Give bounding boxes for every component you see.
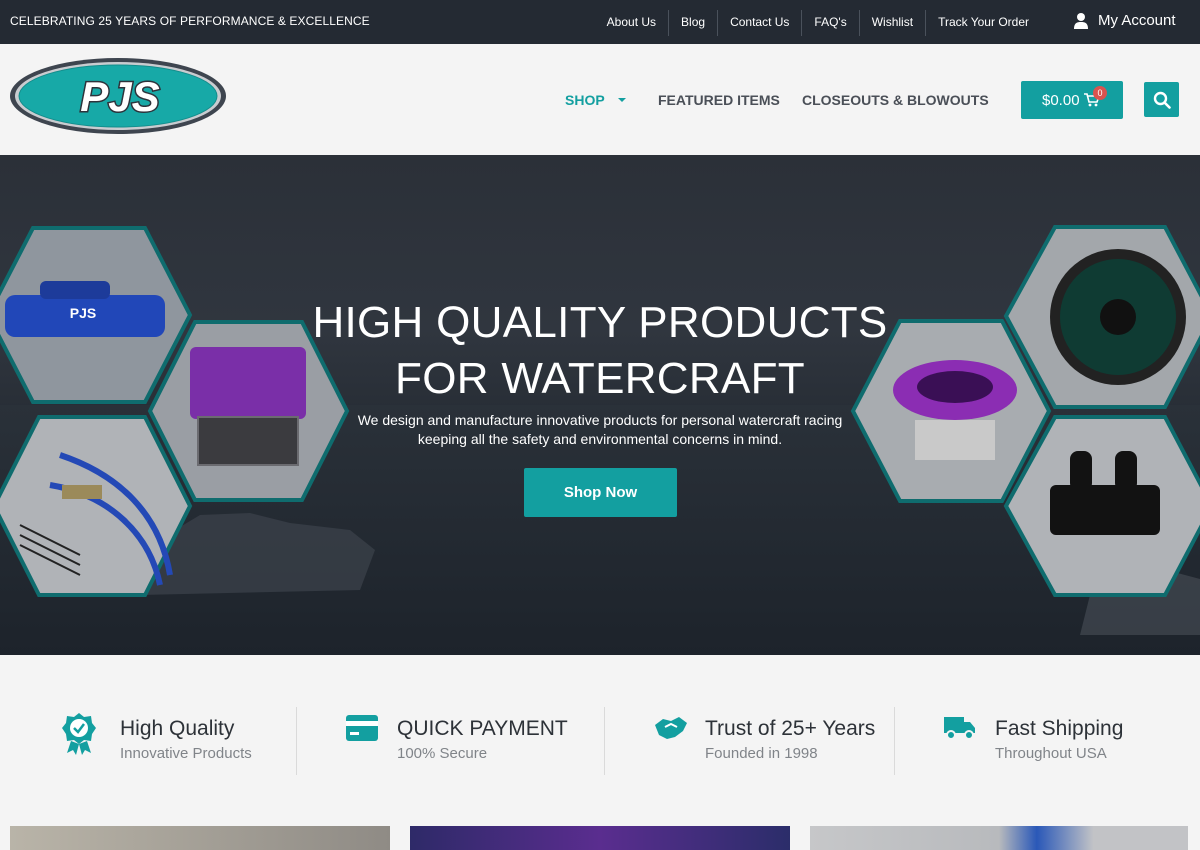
about-us-link[interactable]: About Us [595,10,668,36]
product-tile[interactable] [410,826,790,850]
feature-title: Trust of 25+ Years [705,717,876,740]
product-hex-blue-fuel-filter: PJS [0,226,193,404]
badge-check-icon [62,713,96,755]
truck-icon [944,717,975,740]
feature-title: QUICK PAYMENT [397,717,568,740]
hero-banner: PJS HIGH QUALITY PRODUCTS FOR WATERCRAFT… [0,155,1200,655]
top-bar: CELEBRATING 25 YEARS OF PERFORMANCE & EX… [0,0,1200,44]
nav-shop-label: SHOP [565,92,605,108]
hero-title-line1: HIGH QUALITY PRODUCTS [312,298,888,347]
product-hex-gear [1003,225,1200,409]
top-links: About Us Blog Contact Us FAQ's Wishlist … [595,10,1041,36]
hero-title-line2: FOR WATERCRAFT [395,354,805,403]
promo-text: CELEBRATING 25 YEARS OF PERFORMANCE & EX… [10,14,370,28]
my-account-link[interactable]: My Account [1074,12,1176,29]
user-icon [1074,12,1088,29]
feature-subtitle: Throughout USA [995,745,1107,762]
divider [894,707,895,775]
cart-amount: $0.00 [1042,91,1080,109]
pjs-logo[interactable]: PJS [8,56,228,136]
track-order-link[interactable]: Track Your Order [925,10,1041,36]
cart-button[interactable]: $0.00 0 [1021,81,1123,119]
divider [604,707,605,775]
cart-count-badge: 0 [1093,86,1107,100]
hero-title: HIGH QUALITY PRODUCTS FOR WATERCRAFT [300,295,900,407]
feature-title: Fast Shipping [995,717,1124,740]
site-header: PJS SHOP FEATURED ITEMS CLOSEOUTS & BLOW… [0,44,1200,155]
divider [296,707,297,775]
product-tile[interactable] [10,826,390,850]
hero-subtitle: We design and manufacture innovative pro… [340,411,860,449]
feature-subtitle: Founded in 1998 [705,745,818,762]
features-strip: High Quality Innovative Products QUICK P… [0,655,1200,825]
feature-title: High Quality [120,717,235,740]
product-tile[interactable] [810,826,1188,850]
product-hex-ignition-coil [1003,415,1200,597]
nav-shop[interactable]: SHOP [565,92,627,108]
search-icon [1153,91,1171,109]
handshake-icon [655,717,687,739]
blog-link[interactable]: Blog [668,10,717,36]
contact-us-link[interactable]: Contact Us [717,10,801,36]
hero-subtitle-line1: We design and manufacture innovative pro… [357,412,843,428]
search-button[interactable] [1144,82,1179,117]
wishlist-link[interactable]: Wishlist [858,10,925,36]
svg-text:PJS: PJS [80,73,159,120]
nav-featured-items[interactable]: FEATURED ITEMS [658,92,780,108]
faq-link[interactable]: FAQ's [801,10,858,36]
chevron-down-icon [617,98,626,102]
credit-card-icon [346,715,378,741]
hero-subtitle-line2: keeping all the safety and environmental… [417,431,783,447]
shop-now-button[interactable]: Shop Now [524,468,677,517]
svg-text:PJS: PJS [70,305,96,321]
my-account-label: My Account [1098,12,1176,29]
feature-subtitle: Innovative Products [120,745,252,762]
feature-subtitle: 100% Secure [397,745,488,762]
nav-closeouts[interactable]: CLOSEOUTS & BLOWOUTS [802,92,989,108]
